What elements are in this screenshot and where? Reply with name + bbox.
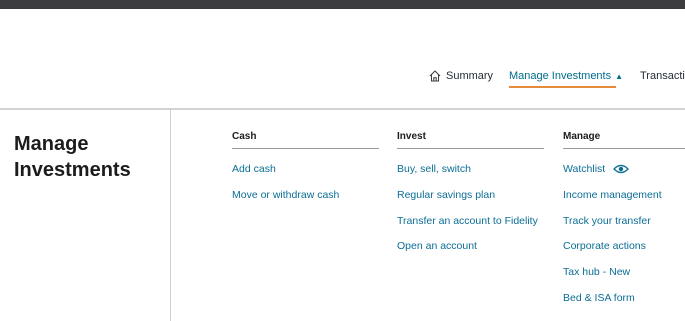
link-transfer-account[interactable]: Transfer an account to Fidelity	[397, 214, 544, 240]
nav-transactions[interactable]: Transactio	[640, 66, 685, 86]
column-heading-cash: Cash	[232, 131, 257, 142]
link-income-management[interactable]: Income management	[563, 188, 685, 214]
menu-column-cash: Cash Add cash Move or withdraw cash	[232, 130, 379, 214]
link-buy-sell-switch[interactable]: Buy, sell, switch	[397, 162, 544, 188]
column-heading-manage: Manage	[563, 131, 601, 142]
column-divider	[563, 148, 685, 149]
main-navigation: Summary Manage Investments ▲ Transactio	[0, 66, 685, 92]
link-watchlist[interactable]: Watchlist	[563, 162, 685, 188]
nav-summary-label: Summary	[446, 70, 494, 82]
link-move-or-withdraw-cash[interactable]: Move or withdraw cash	[232, 188, 379, 214]
menu-column-invest: Invest Buy, sell, switch Regular savings…	[397, 130, 544, 265]
link-corporate-actions[interactable]: Corporate actions	[563, 239, 685, 265]
column-heading-invest: Invest	[397, 131, 426, 142]
menu-panel-title: Manage Investments	[14, 133, 131, 181]
link-open-account[interactable]: Open an account	[397, 239, 544, 265]
link-add-cash[interactable]: Add cash	[232, 162, 379, 188]
menu-column-manage: Manage Watchlist Income management Track…	[563, 130, 685, 317]
link-track-your-transfer[interactable]: Track your transfer	[563, 214, 685, 240]
top-bar	[0, 0, 685, 9]
menu-panel-divider	[170, 110, 171, 321]
menu-panel-top-border	[0, 108, 685, 110]
chevron-up-icon: ▲	[615, 71, 624, 81]
link-regular-savings-plan[interactable]: Regular savings plan	[397, 188, 544, 214]
active-tab-indicator	[509, 86, 616, 88]
eye-icon	[613, 164, 630, 174]
nav-manage-investments-label: Manage Investments	[509, 70, 612, 82]
link-bed-isa-form[interactable]: Bed & ISA form	[563, 291, 685, 317]
column-divider	[232, 148, 379, 149]
link-watchlist-label: Watchlist	[563, 163, 606, 175]
column-divider	[397, 148, 544, 149]
nav-manage-investments[interactable]: Manage Investments ▲	[509, 66, 623, 86]
link-tax-hub[interactable]: Tax hub - New	[563, 265, 685, 291]
nav-summary[interactable]: Summary	[428, 66, 493, 86]
home-icon	[429, 70, 441, 82]
